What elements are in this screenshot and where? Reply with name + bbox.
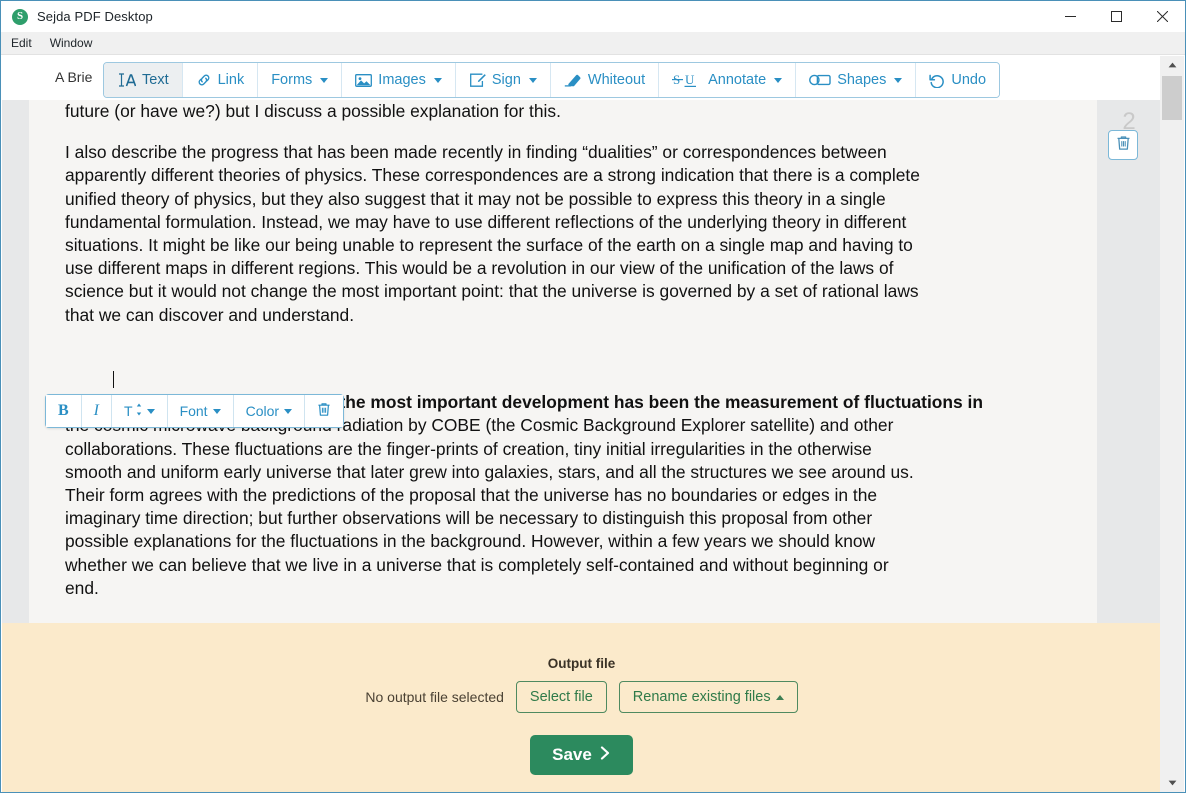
- scroll-down-button[interactable]: [1160, 774, 1184, 792]
- italic-button[interactable]: I: [81, 395, 112, 427]
- minimize-icon[interactable]: [1047, 1, 1093, 32]
- output-bar: Output file No output file selected Sele…: [2, 623, 1161, 792]
- trash-icon: [1116, 135, 1131, 156]
- chevron-down-icon: [320, 77, 329, 83]
- delete-page-button[interactable]: [1108, 130, 1138, 160]
- menu-item-window[interactable]: Window: [42, 33, 101, 53]
- output-file-status: No output file selected: [365, 689, 504, 705]
- undo-icon: [929, 73, 945, 88]
- chevron-down-icon: [212, 408, 221, 414]
- strike-underline-icon: S U: [672, 72, 702, 89]
- color-label: Color: [245, 403, 280, 419]
- image-icon: [355, 73, 373, 88]
- chevron-down-icon: [433, 77, 442, 83]
- delete-text-button[interactable]: [305, 395, 344, 427]
- font-family-button[interactable]: Font: [167, 395, 234, 427]
- svg-text:U: U: [685, 72, 695, 87]
- toolbar-button-shapes[interactable]: Shapes: [796, 63, 917, 97]
- trash-icon: [317, 402, 331, 420]
- text-cursor-icon: [117, 72, 136, 88]
- toolbar-button-link[interactable]: Link: [182, 63, 259, 97]
- scroll-up-button[interactable]: [1160, 56, 1184, 74]
- close-icon[interactable]: [1139, 1, 1185, 32]
- paragraph-selected[interactable]: On the observational side, by far the mo…: [65, 345, 1100, 623]
- toolbar-button-undo[interactable]: Undo: [916, 63, 1000, 97]
- text-caret: [113, 371, 115, 389]
- document-tab[interactable]: A Brie: [11, 62, 103, 92]
- window-scrollbar[interactable]: [1160, 56, 1184, 792]
- menu-item-edit[interactable]: Edit: [3, 33, 40, 53]
- toolbar-button-forms[interactable]: Forms: [258, 63, 343, 97]
- paragraph[interactable]: future (or have we?) but I discuss a pos…: [65, 100, 1100, 123]
- pdf-viewer[interactable]: future (or have we?) but I discuss a pos…: [2, 100, 1161, 623]
- edit-toolbar: Text Link Forms Images Sign Whiteout S U…: [103, 62, 1001, 98]
- page-rail: 2: [1097, 100, 1161, 623]
- save-label: Save: [552, 745, 592, 764]
- toolbar-label-annotate: Annotate: [708, 72, 767, 88]
- font-size-label: T: [124, 403, 133, 419]
- select-file-button[interactable]: Select file: [515, 681, 607, 713]
- save-row: Save: [2, 735, 1161, 775]
- font-size-button[interactable]: T: [112, 395, 168, 427]
- output-file-title: Output file: [547, 656, 616, 671]
- chevron-up-icon: [775, 694, 784, 700]
- chevron-down-icon: [146, 408, 155, 414]
- chevron-down-icon: [774, 77, 783, 83]
- shapes-icon: [809, 73, 831, 87]
- paragraph[interactable]: I also describe the progress that has be…: [65, 141, 1100, 327]
- chevron-right-icon: [600, 746, 611, 764]
- pdf-page[interactable]: future (or have we?) but I discuss a pos…: [29, 100, 1098, 623]
- app-window: S Sejda PDF Desktop Edit Window A Brie T…: [0, 0, 1186, 793]
- font-size-arrows-icon: [136, 403, 142, 419]
- toolbar-label-sign: Sign: [491, 72, 521, 88]
- output-file-row: No output file selected Select file Rena…: [2, 681, 1161, 713]
- window-controls: [1047, 1, 1185, 32]
- eraser-icon: [564, 73, 582, 87]
- toolbar-button-images[interactable]: Images: [342, 63, 456, 97]
- toolbar-label-undo: Undo: [951, 72, 987, 88]
- menu-bar: Edit Window: [1, 32, 1185, 55]
- toolbar-button-annotate[interactable]: S U Annotate: [659, 63, 797, 97]
- rename-existing-files-button[interactable]: Rename existing files: [618, 681, 798, 713]
- color-button[interactable]: Color: [233, 395, 306, 427]
- app-title: Sejda PDF Desktop: [37, 9, 153, 24]
- save-button[interactable]: Save: [530, 735, 633, 775]
- chevron-down-icon: [894, 77, 903, 83]
- paragraph-body: the cosmic microwave background radiatio…: [65, 415, 914, 598]
- link-icon: [196, 72, 212, 88]
- toolbar-label-link: Link: [217, 72, 245, 88]
- toolbar-button-sign[interactable]: Sign: [455, 63, 551, 97]
- chevron-down-icon: [284, 408, 293, 414]
- rename-label: Rename existing files: [632, 689, 771, 705]
- title-bar: S Sejda PDF Desktop: [1, 1, 1185, 32]
- text-format-toolbar: B I T Font Color: [45, 394, 345, 428]
- toolbar-label-shapes: Shapes: [837, 72, 887, 88]
- toolbar-label-whiteout: Whiteout: [587, 72, 646, 88]
- chevron-down-icon: [528, 77, 537, 83]
- bold-button[interactable]: B: [46, 395, 82, 427]
- font-family-label: Font: [179, 403, 208, 419]
- toolbar-label-forms: Forms: [271, 72, 313, 88]
- toolbar-label-images: Images: [378, 72, 426, 88]
- scroll-thumb[interactable]: [1162, 76, 1182, 120]
- toolbar-label-text: Text: [142, 72, 169, 88]
- toolbar-button-text[interactable]: Text: [104, 63, 183, 97]
- app-logo-icon: S: [12, 8, 28, 25]
- toolbar-button-whiteout[interactable]: Whiteout: [550, 63, 660, 97]
- pdf-page-content: future (or have we?) but I discuss a pos…: [47, 100, 1116, 623]
- pen-square-icon: [469, 73, 486, 88]
- maximize-icon[interactable]: [1093, 1, 1139, 32]
